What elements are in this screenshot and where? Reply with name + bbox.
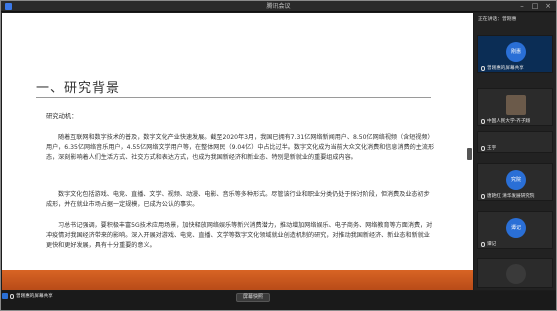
- participant-tile[interactable]: 王宇: [477, 131, 553, 153]
- participant-name: 谭记: [487, 242, 497, 247]
- participant-tile[interactable]: 中国人民大学-齐子翔: [477, 88, 553, 126]
- participant-tile[interactable]: 究院 唐艳红 清华发展研究院: [477, 163, 553, 201]
- avatar: 究院: [506, 170, 526, 190]
- paragraph-1: 随着互联网和数字技术的普及，数字文化产业快速发展。截至2020年3月，我国已拥有…: [46, 134, 435, 161]
- participant-name: 王宇: [487, 146, 497, 151]
- slide-lead: 研究动机：: [46, 113, 78, 120]
- camera-avatar: [506, 95, 526, 115]
- heading-divider: [36, 97, 431, 98]
- participant-tile[interactable]: 刚惠 曾刚惠的屏幕共享: [477, 35, 553, 73]
- microphone-icon: [481, 193, 485, 199]
- bottom-toolbar: [1, 291, 556, 310]
- close-icon[interactable]: ×: [542, 2, 554, 11]
- panel-collapse-handle[interactable]: [467, 148, 472, 160]
- microphone-icon: [481, 241, 485, 247]
- microphone-icon: [481, 145, 485, 151]
- shared-slide: 一、研究背景 研究动机： 随着互联网和数字技术的普及，数字文化产业快速发展。截至…: [2, 13, 473, 270]
- microphone-icon: [481, 118, 485, 124]
- participant-name: 唐艳红 清华发展研究院: [487, 194, 535, 199]
- slide-heading: 一、研究背景: [36, 81, 121, 96]
- slide-footer-bar: [2, 270, 473, 290]
- speaking-indicator: 正在讲话：曾刚惠: [478, 17, 517, 22]
- minimize-icon[interactable]: –: [516, 2, 528, 11]
- microphone-icon: [481, 65, 485, 71]
- share-status-label: 曾刚惠的屏幕共享: [16, 294, 53, 299]
- avatar: 谭记: [506, 218, 526, 238]
- paragraph-3: 习总书记强调，要积极丰富5G技术应用场景，加快释放网络娱乐等新兴消费潜力，推动增…: [46, 222, 433, 249]
- paragraph-2: 数字文化包括游戏、电竞、直播、文学、视频、动漫、电影、音乐等多种形式。尽管该行业…: [46, 191, 430, 208]
- participant-tile[interactable]: [477, 258, 553, 288]
- participant-name: 中国人民大学-齐子翔: [487, 119, 531, 124]
- avatar: 刚惠: [506, 42, 526, 62]
- avatar: [506, 264, 526, 284]
- participant-tile[interactable]: 谭记 谭记: [477, 211, 553, 249]
- title-bar: 腾讯会议 – □ ×: [1, 1, 556, 12]
- participant-panel: 正在讲话：曾刚惠 刚惠 曾刚惠的屏幕共享 中国人民大学-齐子翔 王宇 究院 唐艳…: [474, 13, 556, 290]
- window-title: 腾讯会议: [266, 3, 291, 10]
- screenshot-button[interactable]: 屏幕快照: [236, 293, 270, 302]
- share-icon: [2, 293, 8, 299]
- maximize-icon[interactable]: □: [529, 2, 541, 11]
- screen-share-status: 曾刚惠的屏幕共享: [2, 291, 82, 301]
- participant-name: 曾刚惠的屏幕共享: [487, 66, 524, 71]
- microphone-icon: [10, 293, 14, 299]
